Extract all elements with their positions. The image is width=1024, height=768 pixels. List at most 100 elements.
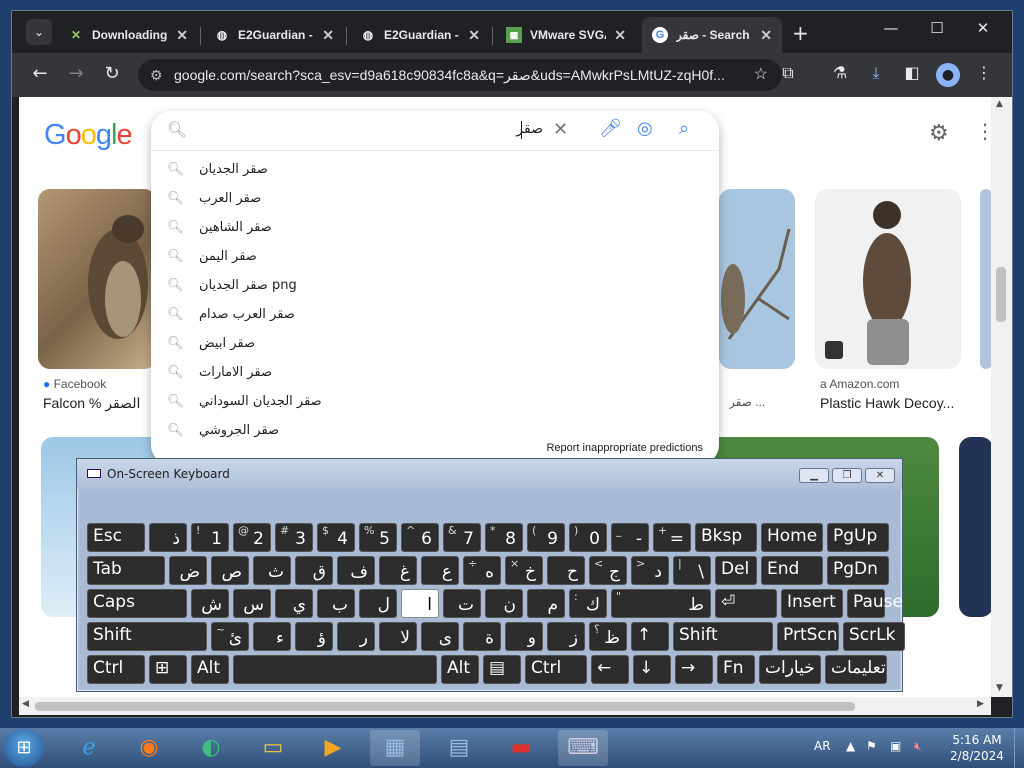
card-title[interactable]: Falcon % الصقر (43, 395, 163, 412)
key-Caps[interactable]: Caps (87, 589, 187, 618)
lens-camera-icon[interactable]: ◎ (637, 118, 653, 139)
key-8[interactable]: * 8 (485, 523, 523, 552)
key-ذ[interactable]: ذ (149, 523, 187, 552)
reload-button[interactable]: ↻ (100, 63, 124, 84)
key-ئ[interactable]: ~ ئ (211, 622, 249, 651)
minimize-button[interactable]: — (876, 19, 906, 37)
suggestion-item[interactable]: 🔍︎ صقر الامارات (151, 359, 719, 388)
scroll-thumb[interactable] (35, 702, 855, 711)
tab-e2guardian-1[interactable]: ◍ E2Guardian - ✕ (204, 17, 344, 53)
key-=[interactable]: + = (653, 523, 691, 552)
key-Tab[interactable]: Tab (87, 556, 165, 585)
close-tab-icon[interactable]: ✕ (614, 27, 626, 44)
key-ض[interactable]: ض (169, 556, 207, 585)
media-player-icon[interactable]: ▶ (308, 730, 358, 766)
key-ة[interactable]: ة (463, 622, 501, 651)
key-↑[interactable]: ↑ (631, 622, 669, 651)
key-خ[interactable]: × خ (505, 556, 543, 585)
site-info-icon[interactable]: ⚙ (150, 59, 163, 91)
back-button[interactable]: ← (28, 63, 52, 84)
key-Bksp[interactable]: Bksp (695, 523, 757, 552)
network-icon[interactable]: ▣ (890, 739, 901, 753)
osk-restore-button[interactable]: ❐ (832, 468, 862, 483)
key-Alt[interactable]: Alt (191, 655, 229, 684)
forward-button[interactable]: → (64, 63, 88, 84)
new-tab-button[interactable]: + (792, 21, 809, 45)
tab-e2guardian-2[interactable]: ◍ E2Guardian - ✕ (350, 17, 490, 53)
key-ز[interactable]: ز (547, 622, 585, 651)
key-4[interactable]: $4 (317, 523, 355, 552)
key-2[interactable]: @2 (233, 523, 271, 552)
suggestion-item[interactable]: 🔍︎ صقر العرب (151, 185, 719, 214)
horizontal-scrollbar[interactable]: ◀ ▶ (19, 697, 991, 715)
close-window-button[interactable]: ✕ (968, 19, 998, 37)
key-ش[interactable]: ش (191, 589, 229, 618)
report-predictions-link[interactable]: Report inappropriate predictions (546, 442, 703, 454)
maximize-button[interactable]: ☐ (922, 19, 952, 37)
key-7[interactable]: & 7 (443, 523, 481, 552)
card-title[interactable]: Plastic Hawk Decoy... (820, 395, 970, 411)
scroll-thumb[interactable] (996, 267, 1006, 322)
network-app-icon[interactable]: ▦ (370, 730, 420, 766)
key-ا[interactable]: ا (401, 589, 439, 618)
hawk-decoy-image[interactable] (815, 189, 961, 369)
key-3[interactable]: #3 (275, 523, 313, 552)
scroll-down-icon[interactable]: ▼ (996, 683, 1003, 693)
flag-icon[interactable]: ⚑ (866, 739, 877, 753)
toolbox-icon[interactable]: ▬ (496, 730, 546, 766)
key-ى[interactable]: ى (421, 622, 459, 651)
key-ص[interactable]: ص (211, 556, 249, 585)
key-Ctrl[interactable]: Ctrl (87, 655, 145, 684)
close-tab-icon[interactable]: ✕ (176, 27, 188, 44)
close-tab-icon[interactable]: ✕ (322, 27, 334, 44)
suggestion-item[interactable]: 🔍︎ صقر الجديان السوداني (151, 388, 719, 417)
falcon-image[interactable] (38, 189, 156, 369)
key-غ[interactable]: غ (379, 556, 417, 585)
key-ع[interactable]: ع (421, 556, 459, 585)
key-Home[interactable]: Home (761, 523, 823, 552)
tab-search-button[interactable]: ⌄ (26, 19, 52, 45)
key-⊞[interactable]: ⊞ (149, 655, 187, 684)
key-ؤ[interactable]: ؤ (295, 622, 333, 651)
key-ScrLk[interactable]: ScrLk (843, 622, 905, 651)
key-↓[interactable]: ↓ (633, 655, 671, 684)
result-image[interactable] (959, 437, 991, 617)
key-space[interactable] (233, 655, 437, 684)
suggestion-item[interactable]: 🔍︎ صقر الشاهين (151, 214, 719, 243)
key-Pause[interactable]: Pause (847, 589, 903, 618)
key-س[interactable]: س (233, 589, 271, 618)
key-5[interactable]: % 5 (359, 523, 397, 552)
file-explorer-icon[interactable]: ▭ (248, 730, 298, 766)
key-Fn[interactable]: Fn (717, 655, 755, 684)
key-PgDn[interactable]: PgDn (827, 556, 889, 585)
osk-taskbar-icon[interactable]: ⌨ (558, 730, 608, 766)
menu-kebab-icon[interactable]: ⋮ (972, 63, 996, 82)
close-tab-icon[interactable]: ✕ (760, 27, 772, 44)
key-لا[interactable]: لا (379, 622, 417, 651)
suggestion-item[interactable]: 🔍︎ صقر اليمن (151, 243, 719, 272)
key-ف[interactable]: ف (337, 556, 375, 585)
key-ج[interactable]: < ج (589, 556, 627, 585)
search-submit-icon[interactable]: ⌕ (679, 118, 689, 139)
key-ء[interactable]: ء (253, 622, 291, 651)
volume-muted-icon[interactable]: 🔇︎ (914, 739, 922, 754)
show-desktop-button[interactable] (1014, 728, 1024, 768)
key-ي[interactable]: ي (275, 589, 313, 618)
clock[interactable]: 5:16 AM 2/8/2024 (946, 732, 1008, 764)
key-خيارات[interactable]: خيارات (759, 655, 821, 684)
key-→[interactable]: → (675, 655, 713, 684)
key-1[interactable]: ! 1 (191, 523, 229, 552)
key-ظ[interactable]: ؟ ظ (589, 622, 627, 651)
search-box[interactable]: 🔍︎ صقر ✕ 🎤︎ ◎ ⌕ (151, 111, 719, 151)
tray-expand-icon[interactable]: ▲ (846, 739, 855, 753)
settings-gear-icon[interactable]: ⚙ (929, 121, 949, 146)
key-Ctrl[interactable]: Ctrl (525, 655, 587, 684)
partial-image[interactable] (980, 189, 991, 369)
key-▤[interactable]: ▤ (483, 655, 521, 684)
osk-titlebar[interactable]: On-Screen Keyboard ▁ ❐ ✕ (77, 459, 902, 489)
key-0[interactable]: ) 0 (569, 523, 607, 552)
scroll-left-icon[interactable]: ◀ (22, 699, 29, 709)
key-Alt[interactable]: Alt (441, 655, 479, 684)
key-تعليمات[interactable]: تعليمات (825, 655, 887, 684)
key-ن[interactable]: ن (485, 589, 523, 618)
